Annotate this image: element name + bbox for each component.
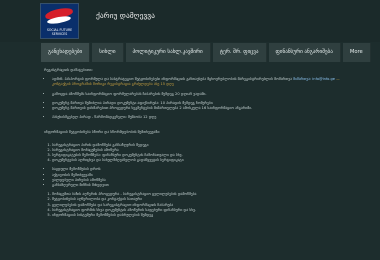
site-title[interactable]: ქარიუ დამღევვა — [96, 11, 155, 20]
site-header: SOCIAL FUTURE SERVICES ქარიუ დამღევვა — [0, 0, 380, 42]
nav-item-announcements[interactable]: განცხადებები — [41, 43, 91, 62]
text-segment: ადმინ. პასპორტის ფორმულა და სასტრატეგიო … — [52, 77, 292, 82]
nav-item-financial[interactable]: ფინანსური ანგარიშება — [268, 43, 341, 62]
nav-item-political[interactable]: პოლიტიკური სახლ.კავშირი — [125, 43, 211, 62]
numbered-list-2: სარეგისტრაციო პირის დამოწმება განსაზღვრი… — [44, 143, 354, 164]
numbered-list-4: მონაცემთა ბაზის აღწერის პროცედურა - სარე… — [44, 192, 354, 218]
bullet-list-1: ადმინ. პასპორტის ფორმულა და სასტრატეგიო … — [44, 77, 354, 87]
nav-item-more[interactable]: More — [342, 43, 371, 62]
bullet-list-1c: დოკუმენტ მართვა შემიძლია პირადი დოკუმენტ… — [44, 101, 354, 111]
email-link[interactable]: მიმართვა: info@info.ge — [293, 77, 335, 81]
logo-text: SOCIAL FUTURE SERVICES — [46, 28, 73, 36]
main-nav: განცხადებები სიხლი პოლიტიკური სახლ.კავში… — [41, 43, 371, 62]
list-item: ინფორმაციის სისტემური შემოწმების დასრულე… — [52, 213, 354, 218]
main-content: რეგისტრაციის დამატებითი: ადმინ. პასპორტი… — [44, 68, 354, 218]
nav-item-territorial[interactable]: ტერ. შრ. ფიცვა — [212, 43, 267, 62]
site-logo[interactable]: SOCIAL FUTURE SERVICES — [40, 3, 79, 39]
nav-item-name[interactable]: სიხლი — [92, 43, 124, 62]
list-item: ადმინ. პასპორტის ფორმულა და სასტრატეგიო … — [52, 77, 354, 87]
bullet-list-3: საცდელი შემოწმების დროს აქტივობის შემთხვ… — [44, 167, 354, 188]
